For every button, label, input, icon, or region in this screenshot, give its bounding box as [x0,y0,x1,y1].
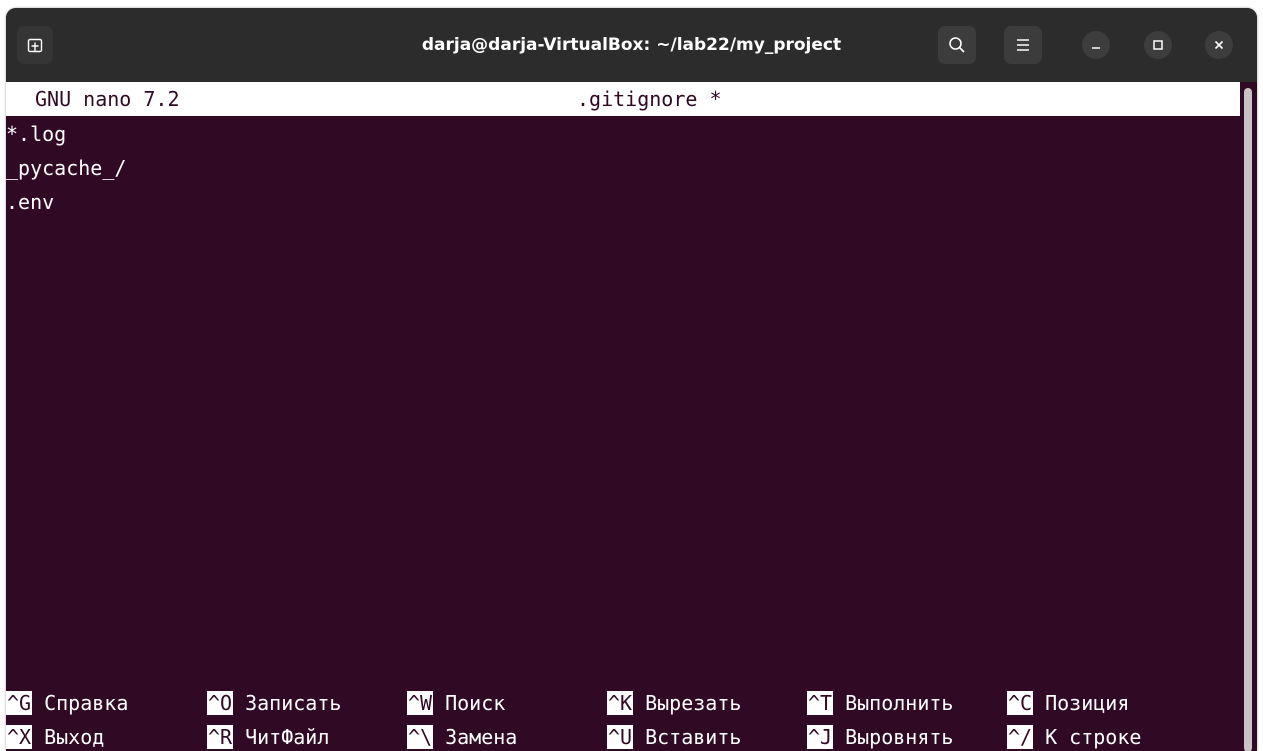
shortcut-key: ^U [607,725,634,749]
shortcut-key: ^G [6,691,33,715]
shortcut-label: Выход [44,725,105,749]
window-title: darja@darja-VirtualBox: ~/lab22/my_proje… [421,35,842,55]
shortcut-key: ^C [1007,691,1034,715]
shortcut-label: ЧитФайл [245,725,330,749]
nano-filename: .gitignore * [577,87,722,111]
shortcut-bar: ^G Справка ^O Записать ^W Поиск ^K Вырезать … [6,686,1240,751]
shortcut-exit: ^X Выход [6,720,104,751]
titlebar[interactable]: darja@darja-VirtualBox: ~/lab22/my_proje… [6,8,1257,82]
shortcut-label: К строке [1045,725,1142,749]
close-button[interactable] [1205,31,1233,59]
shortcut-label: Справка [44,691,129,715]
new-tab-button[interactable] [17,26,53,64]
shortcut-cut: ^K Вырезать [607,686,741,720]
shortcut-key: ^K [607,691,634,715]
shortcut-go-to-line: ^/ К строке [1007,720,1141,751]
nano-header: GNU nano 7.2 .gitignore * [6,82,1240,116]
shortcut-key: ^R [207,725,234,749]
shortcut-write: ^O Записать [207,686,341,720]
maximize-button[interactable] [1144,31,1172,59]
shortcut-row: ^X Выход ^R ЧитФайл ^\ Замена ^U Вставить ^J… [6,720,1240,751]
close-icon [1214,40,1224,50]
shortcut-help: ^G Справка [6,686,128,720]
minimize-icon [1092,47,1100,49]
menu-button[interactable] [1004,26,1042,64]
shortcut-key: ^W [407,691,434,715]
shortcut-label: Поиск [445,691,506,715]
shortcut-label: Замена [445,725,518,749]
maximize-icon [1153,40,1163,50]
scrollbar[interactable] [1240,82,1257,751]
buffer-line[interactable]: _pycache_/ [6,151,1240,185]
buffer-line[interactable]: .env [6,185,1240,219]
shortcut-label: Вставить [645,725,742,749]
shortcut-label: Выполнить [845,691,954,715]
shortcut-label: Позиция [1045,691,1130,715]
shortcut-position: ^C Позиция [1007,686,1129,720]
shortcut-replace: ^\ Замена [407,720,517,751]
nano-version: GNU nano 7.2 [35,87,180,111]
shortcut-key: ^J [807,725,834,749]
search-button[interactable] [938,26,976,64]
scrollbar-thumb[interactable] [1244,88,1252,751]
search-icon [949,37,965,53]
shortcut-label: Вырезать [645,691,742,715]
minimize-button[interactable] [1082,31,1110,59]
terminal-window: darja@darja-VirtualBox: ~/lab22/my_proje… [6,8,1257,751]
shortcut-search: ^W Поиск [407,686,505,720]
new-tab-icon [27,38,43,53]
terminal-area[interactable]: GNU nano 7.2 .gitignore * *.log _pycache… [6,82,1240,751]
shortcut-key: ^/ [1007,725,1034,749]
shortcut-label: Записать [245,691,342,715]
shortcut-row: ^G Справка ^O Записать ^W Поиск ^K Вырезать … [6,686,1240,720]
shortcut-key: ^O [207,691,234,715]
shortcut-key: ^X [6,725,33,749]
shortcut-key: ^\ [407,725,434,749]
buffer-line[interactable]: *.log [6,117,1240,151]
shortcut-execute: ^T Выполнить [807,686,953,720]
shortcut-label: Выровнять [845,725,954,749]
shortcut-paste: ^U Вставить [607,720,741,751]
shortcut-read-file: ^R ЧитФайл [207,720,329,751]
shortcut-justify: ^J Выровнять [807,720,953,751]
editor-buffer[interactable]: *.log _pycache_/ .env [6,117,1240,219]
hamburger-menu-icon [1017,39,1029,51]
shortcut-key: ^T [807,691,834,715]
